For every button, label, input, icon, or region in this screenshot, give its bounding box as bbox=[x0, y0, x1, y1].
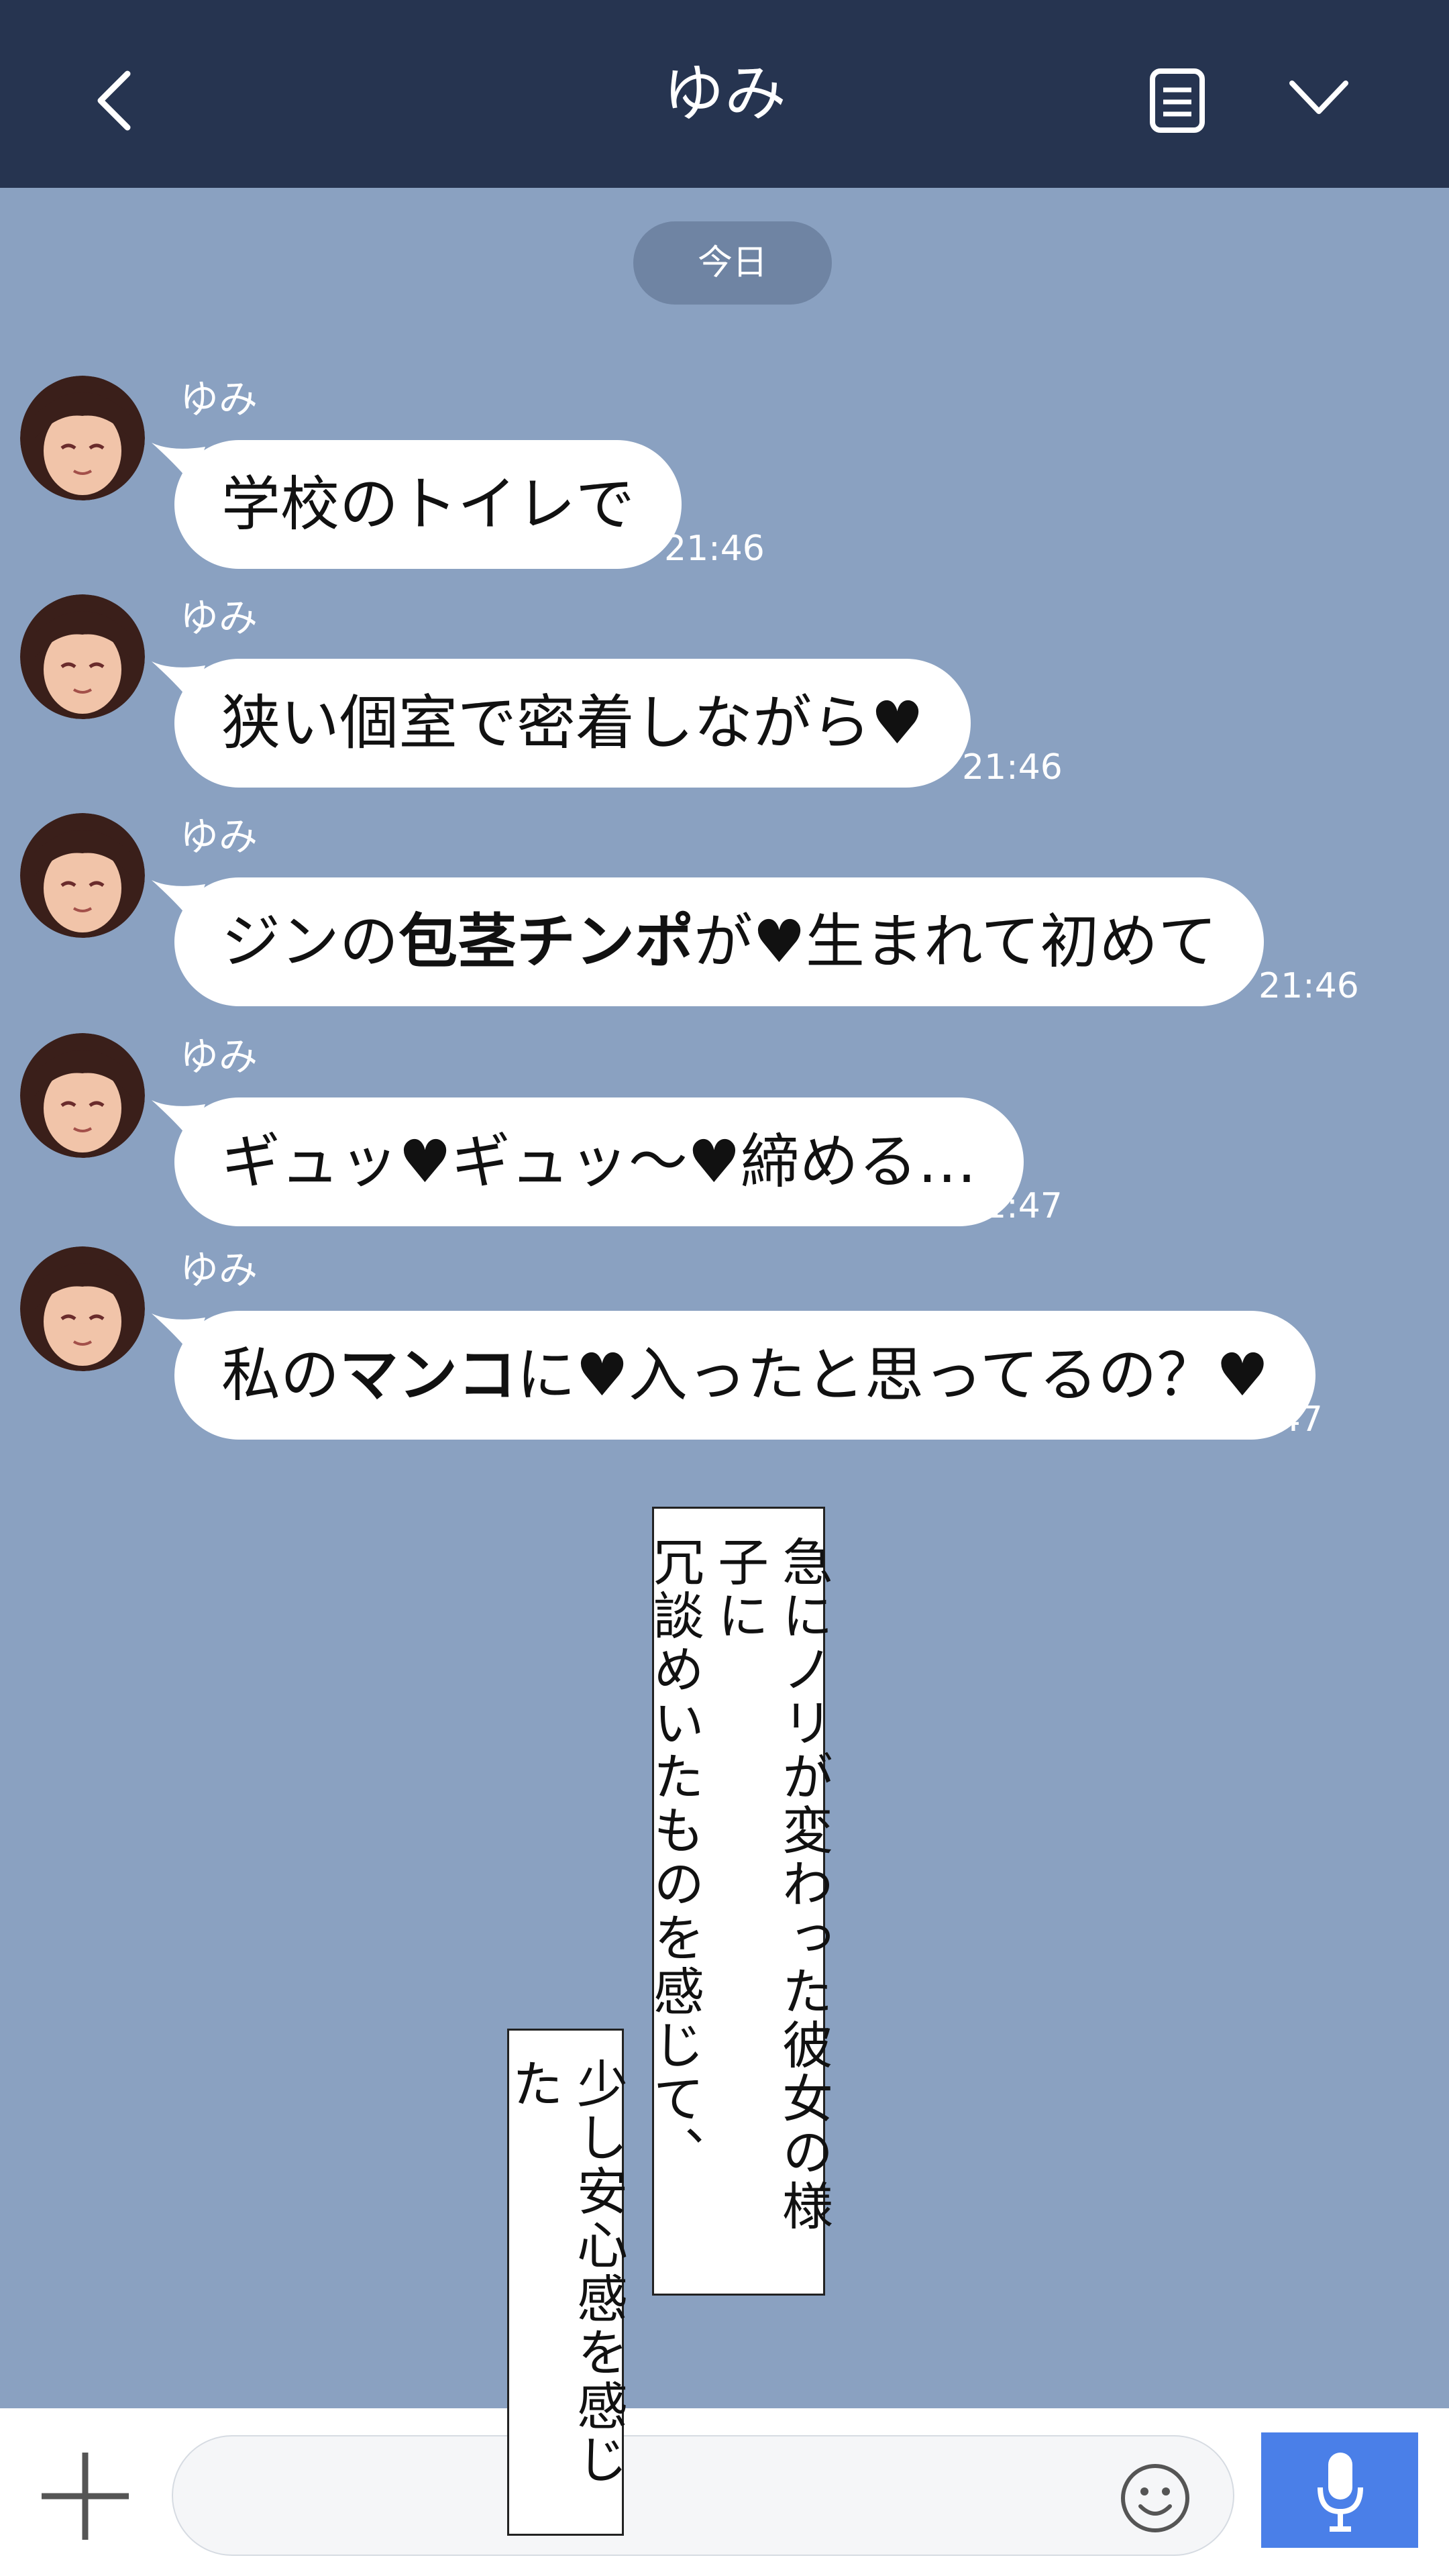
chevron-left-icon[interactable] bbox=[87, 67, 141, 134]
message-bubble[interactable]: 狭い個室で密着しながら♥ bbox=[174, 659, 971, 788]
narration-line: 急にノリが変わった彼女の様子に bbox=[709, 1536, 833, 2233]
narration-line: 少し安心感を感じた bbox=[504, 2057, 628, 2487]
narration-line: 冗談めいたものを感じて、 bbox=[645, 1536, 704, 2180]
date-divider: 今日 bbox=[633, 221, 832, 305]
chat-title: ゆみ bbox=[662, 58, 786, 129]
message-time: 21:46 bbox=[962, 747, 1063, 788]
chat-header: ゆみ bbox=[0, 0, 1449, 188]
message-composer bbox=[0, 2408, 1449, 2576]
message-text: 学校のトイレで bbox=[221, 470, 635, 539]
plus-icon[interactable] bbox=[35, 2446, 136, 2546]
avatar[interactable] bbox=[20, 376, 145, 500]
voice-button[interactable] bbox=[1261, 2432, 1418, 2548]
message-bubble[interactable]: ギュッ♥ギュッ～♥締める… bbox=[174, 1097, 1024, 1226]
document-icon[interactable] bbox=[1148, 67, 1206, 134]
message-time: 21:47 bbox=[962, 1186, 1063, 1226]
message-time: 21:46 bbox=[664, 529, 765, 569]
avatar[interactable] bbox=[20, 813, 145, 938]
narration-box: 少し安心感を感じた bbox=[504, 2029, 628, 2536]
message-time: 21:47 bbox=[1222, 1399, 1323, 1440]
message-text-bold: マンコ bbox=[339, 1340, 517, 1409]
avatar[interactable] bbox=[20, 594, 145, 719]
message-text: 私の bbox=[221, 1340, 340, 1409]
message-text: に♥入ったと思ってるの？♥ bbox=[517, 1340, 1269, 1409]
chevron-down-icon[interactable] bbox=[1287, 74, 1351, 121]
sender-name: ゆみ bbox=[180, 376, 258, 422]
sender-name: ゆみ bbox=[180, 814, 258, 859]
sender-name: ゆみ bbox=[180, 1034, 258, 1079]
message-text: 狭い個室で密着しながら♥ bbox=[221, 688, 924, 757]
smiley-icon[interactable] bbox=[1119, 2462, 1191, 2534]
message-bubble[interactable]: ジンの包茎チンポが♥生まれて初めて bbox=[174, 877, 1265, 1006]
microphone-icon bbox=[1318, 2453, 1363, 2532]
narration-box: 急にノリが変わった彼女の様子に 冗談めいたものを感じて、 bbox=[645, 1507, 833, 2296]
avatar[interactable] bbox=[20, 1246, 145, 1371]
avatar[interactable] bbox=[20, 1033, 145, 1158]
message-text: ギュッ♥ギュッ～♥締める… bbox=[221, 1127, 977, 1196]
message-time: 21:46 bbox=[1258, 966, 1359, 1006]
sender-name: ゆみ bbox=[180, 595, 258, 641]
message-bubble[interactable]: 私のマンコに♥入ったと思ってるの？♥ bbox=[174, 1311, 1316, 1440]
message-text-bold: 包茎チンポ bbox=[398, 907, 694, 976]
message-text: が♥生まれて初めて bbox=[694, 907, 1218, 976]
message-text: ジンの bbox=[221, 907, 399, 976]
message-bubble[interactable]: 学校のトイレで bbox=[174, 440, 682, 569]
message-input[interactable] bbox=[172, 2435, 1234, 2556]
sender-name: ゆみ bbox=[180, 1247, 258, 1293]
